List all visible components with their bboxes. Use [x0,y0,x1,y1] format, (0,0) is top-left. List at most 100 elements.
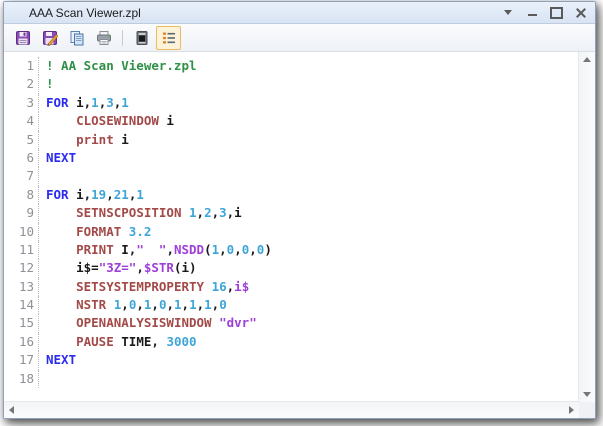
scrollbar-corner [579,402,595,418]
code-token: ) [264,241,272,257]
code-token: 1 [91,94,99,110]
title-bar[interactable]: AAA Scan Viewer.zpl [4,2,595,24]
code-token: 21 [113,186,129,202]
code-token: , [211,205,220,221]
code-token: , [166,241,174,257]
scroll-left-icon[interactable] [9,406,14,414]
line-number: 15 [4,314,39,333]
code-line[interactable]: 8 FOR i,19,21,1 [4,185,579,205]
code-text: SETNSCPOSITION 1,2,3,i [39,204,242,222]
code-token: 0 [219,297,227,313]
code-token: PAUSE [76,333,114,349]
code-line[interactable]: 9 SETNSCPOSITION 1,2,3,i [4,204,579,223]
code-token: ,i [226,205,242,221]
line-number: 14 [4,296,39,315]
line-number: 9 [4,204,39,223]
code-token: ! AA Scan Viewer.zpl [46,58,197,73]
code-token: 1 [121,94,129,110]
code-token: NEXT [46,352,77,368]
line-number: 1 [4,57,39,76]
code-line[interactable]: 16 PAUSE TIME, 3000 [4,332,579,352]
code-line[interactable]: 18 [4,369,579,389]
preview-icon [136,30,147,45]
code-line[interactable]: 11 PRINT I," ",NSDD(1,0,0,0) [4,240,579,260]
line-number: 2 [4,75,39,94]
line-number: 7 [4,167,39,186]
code-line[interactable]: 14 NSTR 1,0,1,0,1,1,1,0 [4,296,579,315]
code-token: i$= [76,260,99,276]
code-token: CLOSEWINDOW [76,113,159,129]
code-token: , [234,241,242,257]
code-line[interactable]: 4 CLOSEWINDOW i [4,112,579,131]
code-token: i, [68,94,92,110]
code-line[interactable]: 3 FOR i,1,3,1 [4,93,579,113]
code-text: PRINT I," ",NSDD(1,0,0,0) [39,241,272,259]
copy-button[interactable] [64,26,89,50]
copy-icon [70,30,83,45]
code-line[interactable]: 12 i$="3Z=",$STR(i) [4,259,579,278]
code-text: NEXT [39,351,76,369]
horizontal-scrollbar[interactable] [4,401,579,418]
scroll-up-icon[interactable] [583,57,591,62]
code-line[interactable]: 13 SETSYSTEMPROPERTY 16,i$ [4,277,579,297]
code-token: , [196,297,205,313]
line-numbers-toggle[interactable] [156,25,181,50]
code-token: "3Z=" [98,260,137,276]
print-button[interactable] [91,26,116,50]
code-line[interactable]: 10 FORMAT 3.2 [4,222,579,241]
code-token: 16 [211,278,227,294]
code-line[interactable]: 2! [4,75,579,94]
code-token: , [181,297,190,313]
vertical-scrollbar[interactable] [578,52,595,402]
scroll-down-icon[interactable] [583,392,591,397]
menu-dropdown-icon[interactable] [501,6,515,20]
code-line[interactable]: 6 NEXT [4,148,579,168]
code-text: FOR i,19,21,1 [39,186,144,204]
code-token: "dvr" [219,315,257,331]
code-token: , [136,260,144,276]
code-text: PAUSE TIME, 3000 [39,333,196,351]
save-as-button[interactable] [37,26,62,50]
code-line[interactable]: 5 print i [4,130,579,149]
save-button[interactable] [10,26,35,50]
preview-button[interactable] [129,26,154,50]
code-text: FORMAT 3.2 [39,223,151,241]
print-icon [96,30,111,45]
minimize-button[interactable] [525,6,539,20]
code-token: FOR [46,186,69,202]
maximize-button[interactable] [549,6,563,20]
code-token: i, [68,186,92,202]
code-area[interactable]: 1 ! AA Scan Viewer.zpl 2! 3 FOR i,1,3,1 4 CLO… [4,52,579,402]
scroll-right-icon[interactable] [569,406,574,414]
close-button[interactable] [573,6,587,20]
code-token: , [121,297,129,313]
code-text: print i [39,131,129,149]
code-line[interactable]: 17 NEXT [4,351,579,370]
code-token: OPENANALYSISWINDOW [76,315,212,331]
code-text: FOR i,1,3,1 [39,94,129,112]
line-number: 6 [4,148,39,168]
code-line[interactable]: 1 ! AA Scan Viewer.zpl [4,57,579,76]
code-token: ! [46,76,54,92]
code-token: $STR [143,260,174,276]
app-window: AAA Scan Viewer.zpl 1 ! AA Scan Viewer.z… [3,1,596,419]
code-token: FOR [46,94,69,110]
code-line[interactable]: 7 [4,167,579,186]
code-line[interactable]: 15 OPENANALYSISWINDOW "dvr" [4,314,579,333]
toolbar-separator [122,29,123,46]
code-token: , [106,186,114,202]
code-token: , [219,241,227,257]
code-token: 1 [174,297,182,313]
